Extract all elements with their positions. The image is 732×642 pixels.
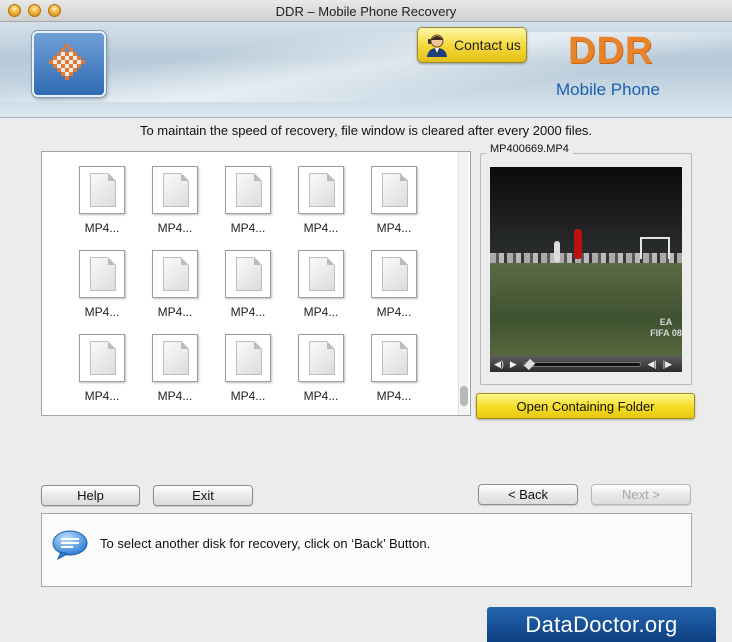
video-frame-player: [574, 229, 582, 259]
video-frame-player: [554, 241, 560, 263]
file-label: MP4...: [376, 221, 412, 235]
file-pane-scrollbar[interactable]: [458, 152, 468, 415]
file-icon: [225, 166, 271, 214]
file-label: MP4...: [84, 305, 120, 319]
file-item[interactable]: MP4...: [72, 250, 132, 319]
open-containing-folder-button[interactable]: Open Containing Folder: [476, 393, 695, 419]
file-item[interactable]: MP4...: [364, 250, 424, 319]
file-label: MP4...: [84, 389, 120, 403]
step-back-icon[interactable]: ◀|: [647, 359, 656, 370]
video-progress-track[interactable]: [522, 358, 642, 370]
header-banner: Contact us DDR Mobile Phone: [0, 22, 732, 118]
file-item[interactable]: MP4...: [72, 334, 132, 403]
video-progress-knob[interactable]: [523, 358, 536, 370]
file-label: MP4...: [157, 389, 193, 403]
file-icon: [225, 250, 271, 298]
file-label: MP4...: [376, 389, 412, 403]
file-item[interactable]: MP4...: [364, 334, 424, 403]
file-icon: [152, 334, 198, 382]
brand-product: Mobile Phone: [556, 80, 660, 99]
file-item[interactable]: MP4...: [218, 250, 278, 319]
file-label: MP4...: [84, 221, 120, 235]
preview-filename: MP400669.MP4: [486, 143, 573, 155]
video-frame-pitch: [490, 263, 682, 356]
file-icon: [79, 250, 125, 298]
file-icon: [79, 166, 125, 214]
file-item[interactable]: MP4...: [218, 166, 278, 235]
file-icon: [152, 166, 198, 214]
file-label: MP4...: [157, 305, 193, 319]
play-icon[interactable]: ▶: [510, 359, 517, 370]
file-icon: [371, 250, 417, 298]
file-item[interactable]: MP4...: [291, 334, 351, 403]
file-icon: [298, 250, 344, 298]
exit-button[interactable]: Exit: [153, 485, 253, 506]
file-icon: [298, 166, 344, 214]
file-item[interactable]: MP4...: [291, 250, 351, 319]
app-window: DDR – Mobile Phone Recovery Contact us D…: [0, 0, 732, 642]
back-button[interactable]: < Back: [478, 484, 578, 505]
file-icon: [371, 166, 417, 214]
file-label: MP4...: [230, 221, 266, 235]
video-frame-goal: [640, 237, 670, 259]
file-label: MP4...: [303, 221, 339, 235]
file-item[interactable]: MP4...: [72, 166, 132, 235]
recovered-files-pane[interactable]: MP4... MP4... MP4... MP4... MP4... MP4... MP4.…: [41, 151, 471, 416]
title-bar: DDR – Mobile Phone Recovery: [0, 0, 732, 22]
file-icon: [371, 334, 417, 382]
step-forward-icon[interactable]: |▶: [663, 359, 672, 370]
file-item[interactable]: MP4...: [145, 166, 205, 235]
video-controls: ◀) ▶ ◀| |▶: [490, 356, 682, 372]
checker-logo-icon: [49, 44, 85, 80]
window-title: DDR – Mobile Phone Recovery: [275, 4, 457, 19]
speech-bubble-icon: [52, 530, 88, 560]
file-label: MP4...: [230, 305, 266, 319]
support-person-icon: [427, 34, 447, 57]
contact-us-button[interactable]: Contact us: [417, 27, 527, 63]
file-icon: [152, 250, 198, 298]
file-label: MP4...: [303, 305, 339, 319]
status-message: To select another disk for recovery, cli…: [100, 536, 431, 551]
file-label: MP4...: [230, 389, 266, 403]
file-item[interactable]: MP4...: [145, 250, 205, 319]
brand-name: DDR: [568, 30, 654, 72]
help-button[interactable]: Help: [41, 485, 140, 506]
next-button[interactable]: Next >: [591, 484, 691, 505]
contact-us-label: Contact us: [454, 37, 521, 53]
file-item[interactable]: MP4...: [218, 334, 278, 403]
status-panel: To select another disk for recovery, cli…: [41, 513, 692, 587]
file-item[interactable]: MP4...: [364, 166, 424, 235]
app-logo: [32, 31, 106, 97]
file-icon: [225, 334, 271, 382]
file-label: MP4...: [157, 221, 193, 235]
info-message: To maintain the speed of recovery, file …: [139, 123, 593, 138]
file-item[interactable]: MP4...: [291, 166, 351, 235]
file-icon: [298, 334, 344, 382]
file-item[interactable]: MP4...: [145, 334, 205, 403]
volume-icon[interactable]: ◀): [494, 359, 504, 370]
datadoctor-badge[interactable]: DataDoctor.org: [487, 607, 716, 642]
file-icon: [79, 334, 125, 382]
file-pane-scroll-thumb[interactable]: [460, 386, 468, 406]
video-preview[interactable]: EA FIFA 08 ◀) ▶ ◀| |▶: [490, 167, 682, 372]
file-label: MP4...: [303, 389, 339, 403]
video-watermark: EA FIFA 08: [650, 317, 682, 338]
file-label: MP4...: [376, 305, 412, 319]
